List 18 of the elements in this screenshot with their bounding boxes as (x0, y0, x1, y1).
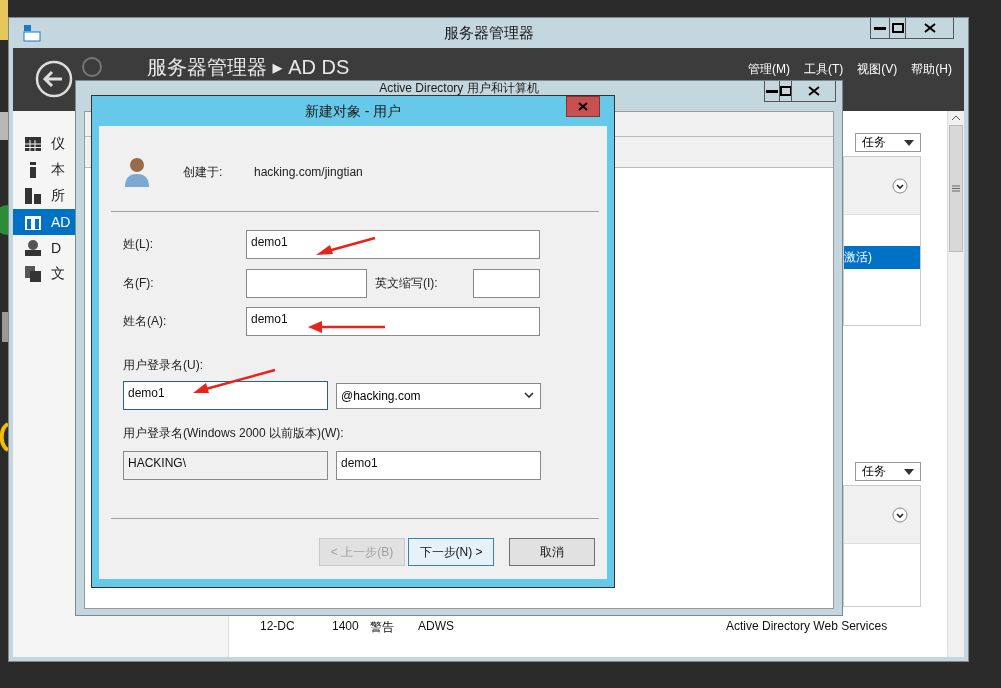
field-label: 英文缩写(I): (375, 275, 439, 292)
field-label: 姓(L): (123, 236, 154, 253)
table-cell-text: ADWS (418, 619, 455, 633)
dialog-title: 新建对象 - 用户 (304, 103, 402, 119)
field-label: 名(F): (123, 275, 155, 292)
table-cell-text: Active Directory Web Services (726, 619, 889, 633)
readonly-field: HACKING\ (123, 451, 328, 480)
window-title: 服务器管理器 (443, 25, 534, 41)
field-label: 姓名(A): (123, 313, 168, 330)
created-in-label: 创建于: (183, 163, 224, 181)
created-in-path: hacking.com/jingtian (254, 165, 363, 179)
table-cell-text: 12-DC (260, 619, 296, 633)
table-cell-text: 警告 (370, 619, 395, 636)
table-cell-text: 1400 (332, 619, 360, 633)
window-title: Active Directory 用户和计算机 (379, 82, 539, 95)
breadcrumb: 服务器管理器 ▸ AD DS (147, 56, 350, 78)
field-label: 用户登录名(U): (123, 357, 203, 374)
field-label: 用户登录名(Windows 2000 以前版本)(W): (123, 425, 344, 442)
